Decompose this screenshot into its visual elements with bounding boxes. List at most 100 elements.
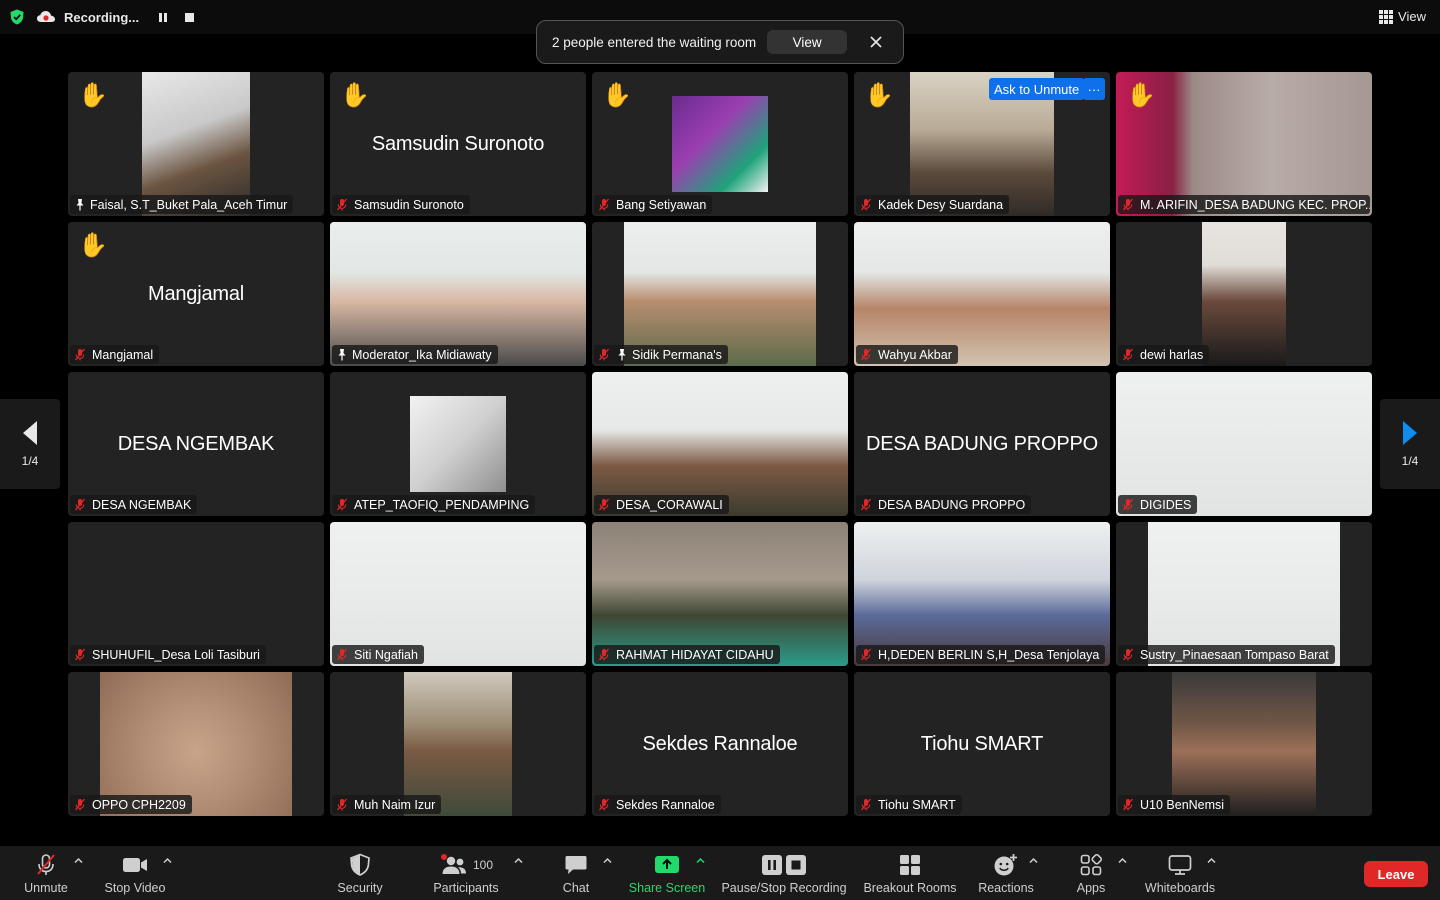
chevron-up-icon[interactable] [163,856,172,865]
participant-tile[interactable]: Siti Ngafiah [330,522,586,666]
apps-button[interactable]: Apps [1072,852,1110,895]
participant-tile[interactable]: Tiohu SMART Tiohu SMART [854,672,1110,816]
participant-tile[interactable]: RAHMAT HIDAYAT CIDAHU [592,522,848,666]
participant-name-label: Kadek Desy Suardana [856,195,1010,214]
raised-hand-icon: ✋ [78,82,108,109]
ask-to-unmute-button[interactable]: Ask to Unmute [989,78,1085,100]
chevron-up-icon[interactable] [603,856,612,865]
cloud-recording-icon [37,11,55,22]
participant-name: Siti Ngafiah [354,647,418,662]
participant-video [410,396,506,492]
reactions-button[interactable]: Reactions [976,852,1036,895]
breakout-rooms-icon [900,855,920,875]
participant-tile[interactable]: H,DEDEN BERLIN S,H_Desa Tenjolaya [854,522,1110,666]
shield-check-icon[interactable] [9,9,25,25]
chevron-up-icon[interactable] [74,856,83,865]
leave-button[interactable]: Leave [1364,861,1428,887]
pause-recording-icon[interactable] [159,12,168,22]
previous-page-button[interactable]: 1/4 [0,399,60,489]
participant-tile[interactable]: DESA BADUNG PROPPO DESA BADUNG PROPPO [854,372,1110,516]
reactions-smiley-icon [994,854,1017,876]
participant-tile[interactable]: Sekdes Rannaloe Sekdes Rannaloe [592,672,848,816]
participant-name: Mangjamal [92,347,154,362]
participant-tile[interactable]: DESA NGEMBAK DESA NGEMBAK [68,372,324,516]
participant-name-label: Faisal, S.T_Buket Pala_Aceh Timur [70,195,294,214]
participant-name: H,DEDEN BERLIN S,H_Desa Tenjolaya [878,647,1100,662]
participant-tile[interactable]: Wahyu Akbar [854,222,1110,366]
participant-name: Moderator_Ika Midiawaty [352,347,492,362]
raised-hand-icon: ✋ [340,82,370,109]
participant-tile[interactable]: DESA_CORAWALI [592,372,848,516]
microphone-muted-icon [860,648,872,661]
participant-tile[interactable]: Moderator_Ika Midiawaty [330,222,586,366]
microphone-muted-icon [336,498,348,511]
microphone-muted-icon [860,798,872,811]
participant-tile[interactable]: DIGIDES [1116,372,1372,516]
stop-video-button[interactable]: Stop Video [102,852,168,895]
microphone-muted-icon [1122,648,1134,661]
pause-stop-recording-icon [762,855,806,875]
participants-button[interactable]: 100 Participants [428,852,504,895]
next-page-button[interactable]: 1/4 [1380,399,1440,489]
chat-bubble-icon [565,856,587,874]
share-screen-button[interactable]: Share Screen [627,852,707,895]
participant-name: RAHMAT HIDAYAT CIDAHU [616,647,774,662]
microphone-muted-icon [860,198,872,211]
stop-recording-icon[interactable] [185,12,195,22]
recording-label: Recording... [64,9,140,25]
participant-tile[interactable]: ATEP_TAOFIQ_PENDAMPING [330,372,586,516]
chevron-up-icon[interactable] [1029,856,1038,865]
more-options-button[interactable]: ··· [1083,78,1105,100]
participants-icon [440,854,466,874]
participant-name: Tiohu SMART [878,797,956,812]
chevron-up-icon[interactable] [1207,856,1216,865]
breakout-rooms-button[interactable]: Breakout Rooms [862,852,958,895]
grid-view-icon [1379,9,1394,24]
participant-name: dewi harlas [1140,347,1204,362]
participant-tile[interactable]: U10 BenNemsi [1116,672,1372,816]
participant-name-label: DIGIDES [1118,495,1198,514]
participant-name-label: M. ARIFIN_DESA BADUNG KEC. PROP... [1118,195,1370,214]
participant-tile[interactable]: Sustry_Pinaesaan Tompaso Barat [1116,522,1372,666]
participant-tile[interactable]: ✋ M. ARIFIN_DESA BADUNG KEC. PROP... [1116,72,1372,216]
microphone-muted-icon [860,348,872,361]
participant-video [1202,222,1286,366]
participant-name: Sustry_Pinaesaan Tompaso Barat [1140,647,1329,662]
view-button[interactable]: View [1379,9,1426,24]
waiting-room-notification: 2 people entered the waiting room View [536,20,904,64]
participant-tile[interactable]: ✋ Bang Setiyawan [592,72,848,216]
security-label: Security [337,881,383,895]
chat-label: Chat [562,881,590,895]
video-camera-icon [123,858,147,872]
participant-tile[interactable]: dewi harlas [1116,222,1372,366]
participant-name-label: U10 BenNemsi [1118,795,1231,814]
microphone-muted-icon [74,348,86,361]
chevron-up-icon[interactable] [696,856,705,865]
participant-name-label: OPPO CPH2209 [70,795,192,814]
microphone-muted-icon [1122,498,1134,511]
apps-label: Apps [1076,881,1106,895]
chevron-up-icon[interactable] [1118,856,1127,865]
participant-tile[interactable]: Samsudin Suronoto ✋ Samsudin Suronoto [330,72,586,216]
participant-name: OPPO CPH2209 [92,797,186,812]
close-icon[interactable] [867,33,885,51]
participant-tile[interactable]: SHUHUFIL_Desa Loli Tasiburi [68,522,324,666]
chat-button[interactable]: Chat [556,852,596,895]
unmute-button[interactable]: Unmute [22,852,70,895]
participant-name: SHUHUFIL_Desa Loli Tasiburi [92,647,260,662]
security-button[interactable]: Security [335,852,385,895]
participant-tile[interactable]: ✋ Ask to Unmute ··· Kadek Desy Suardana [854,72,1110,216]
participant-name-label: Moderator_Ika Midiawaty [332,345,498,364]
microphone-muted-icon [598,498,610,511]
participant-tile[interactable]: ✋ Faisal, S.T_Buket Pala_Aceh Timur [68,72,324,216]
participant-tile[interactable]: OPPO CPH2209 [68,672,324,816]
microphone-muted-icon [1122,798,1134,811]
waiting-room-view-button[interactable]: View [767,30,848,54]
participant-tile[interactable]: Muh Naim Izur [330,672,586,816]
pause-stop-recording-button[interactable]: Pause/Stop Recording [720,852,848,895]
chevron-up-icon[interactable] [514,856,523,865]
participant-tile[interactable]: Mangjamal ✋ Mangjamal [68,222,324,366]
participant-tile[interactable]: Sidik Permana's [592,222,848,366]
microphone-muted-icon [860,498,872,511]
participant-name-label: dewi harlas [1118,345,1210,364]
